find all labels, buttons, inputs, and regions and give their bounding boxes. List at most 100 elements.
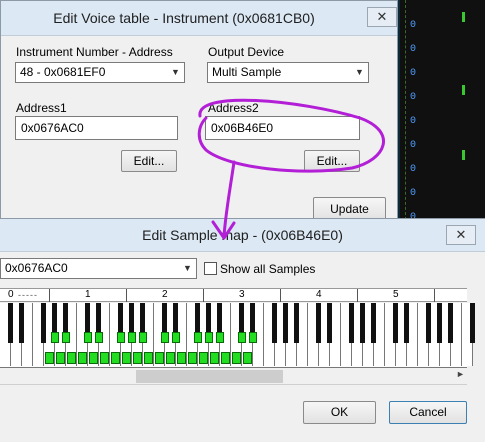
sample-cell[interactable] [210, 352, 219, 364]
background-value: 0 [410, 188, 417, 199]
octave-ruler: 0 ----- 1 2 3 4 5 [0, 288, 467, 302]
output-device-select-value: Multi Sample [212, 65, 282, 79]
background-value: 0 [410, 140, 417, 151]
sample-cell[interactable] [95, 332, 103, 343]
ruler-tick [203, 289, 204, 302]
sample-select[interactable]: 0x0676AC0 ▼ [0, 258, 197, 279]
chevron-down-icon: ▼ [355, 67, 364, 77]
black-key[interactable] [272, 303, 277, 343]
ruler-tick [357, 289, 358, 302]
sample-cell[interactable] [84, 332, 92, 343]
ruler-label: 5 [393, 289, 399, 300]
sample-cell[interactable] [128, 332, 136, 343]
black-key[interactable] [437, 303, 442, 343]
ruler-tick [49, 289, 50, 302]
ruler-label: 1 [85, 289, 91, 300]
sample-cell[interactable] [205, 332, 213, 343]
background-marker [462, 85, 465, 95]
sample-window-titlebar[interactable]: Edit Sample map - (0x06B46E0) ✕ [0, 219, 485, 252]
sample-cell[interactable] [216, 332, 224, 343]
chevron-down-icon: ▼ [171, 67, 180, 77]
chevron-right-icon[interactable]: ► [456, 369, 465, 379]
output-device-select[interactable]: Multi Sample ▼ [207, 62, 369, 83]
background-value: 0 [410, 68, 417, 79]
cancel-button[interactable]: Cancel [389, 401, 467, 424]
black-key[interactable] [283, 303, 288, 343]
black-key[interactable] [426, 303, 431, 343]
ruler-label: 3 [239, 289, 245, 300]
sample-cell[interactable] [172, 332, 180, 343]
instrument-label: Instrument Number - Address [16, 45, 173, 59]
sample-cell[interactable] [45, 352, 54, 364]
address2-field[interactable]: 0x06B46E0 [205, 116, 360, 140]
ok-button[interactable]: OK [303, 401, 376, 424]
chevron-down-icon: ▼ [183, 263, 192, 273]
sample-window-close-button[interactable]: ✕ [446, 225, 476, 245]
address1-edit-button[interactable]: Edit... [121, 150, 177, 172]
sample-cell[interactable] [221, 352, 230, 364]
instrument-select-value: 48 - 0x0681EF0 [20, 65, 106, 79]
show-all-samples-checkbox[interactable] [204, 262, 217, 275]
voice-table-window: Edit Voice table - Instrument (0x0681CB0… [0, 0, 398, 221]
sample-cell[interactable] [166, 352, 175, 364]
instrument-select[interactable]: 48 - 0x0681EF0 ▼ [15, 62, 185, 83]
black-key[interactable] [41, 303, 46, 343]
sample-cell[interactable] [177, 352, 186, 364]
sample-cell[interactable] [89, 352, 98, 364]
background-marker [462, 12, 465, 22]
piano-keyboard[interactable] [0, 303, 475, 368]
black-key[interactable] [8, 303, 13, 343]
background-value: 0 [410, 164, 417, 175]
sample-cell[interactable] [188, 352, 197, 364]
sample-cell[interactable] [243, 352, 252, 364]
sample-cell[interactable] [249, 332, 257, 343]
sample-cell[interactable] [144, 352, 153, 364]
black-key[interactable] [19, 303, 24, 343]
black-key[interactable] [404, 303, 409, 343]
sample-cell[interactable] [161, 332, 169, 343]
address2-label: Address2 [208, 101, 259, 115]
sample-cell[interactable] [67, 352, 76, 364]
address1-label: Address1 [16, 101, 67, 115]
ruler-tick [126, 289, 127, 302]
sample-select-value: 0x0676AC0 [5, 261, 68, 275]
black-key[interactable] [294, 303, 299, 343]
sample-cell[interactable] [155, 352, 164, 364]
black-key[interactable] [470, 303, 475, 343]
black-key[interactable] [393, 303, 398, 343]
voice-window-close-button[interactable]: ✕ [367, 7, 397, 27]
address1-field[interactable]: 0x0676AC0 [15, 116, 178, 140]
sample-cell[interactable] [139, 332, 147, 343]
sample-cell[interactable] [122, 352, 131, 364]
sample-cell[interactable] [62, 332, 70, 343]
black-key[interactable] [327, 303, 332, 343]
ruler-dashes: ----- [18, 290, 38, 300]
ruler-label: 0 [8, 289, 14, 300]
sample-cell[interactable] [232, 352, 241, 364]
background-grid-line [405, 0, 407, 220]
address2-edit-button[interactable]: Edit... [304, 150, 360, 172]
voice-window-titlebar[interactable]: Edit Voice table - Instrument (0x0681CB0… [1, 1, 397, 36]
sample-cell[interactable] [117, 332, 125, 343]
sample-cell[interactable] [78, 352, 87, 364]
black-key[interactable] [448, 303, 453, 343]
scrollbar-thumb[interactable] [136, 370, 283, 383]
black-key[interactable] [371, 303, 376, 343]
close-icon: ✕ [455, 227, 467, 242]
black-key[interactable] [316, 303, 321, 343]
sample-cell[interactable] [56, 352, 65, 364]
sample-cell[interactable] [199, 352, 208, 364]
sample-cell[interactable] [194, 332, 202, 343]
ruler-tick [280, 289, 281, 302]
keyboard-horizontal-scrollbar[interactable]: ► [0, 368, 467, 385]
sample-cell[interactable] [111, 352, 120, 364]
background-value: 0 [410, 20, 417, 31]
background-value: 0 [410, 44, 417, 55]
black-key[interactable] [360, 303, 365, 343]
ruler-label: 2 [162, 289, 168, 300]
black-key[interactable] [349, 303, 354, 343]
sample-cell[interactable] [51, 332, 59, 343]
sample-cell[interactable] [100, 352, 109, 364]
sample-cell[interactable] [238, 332, 246, 343]
sample-cell[interactable] [133, 352, 142, 364]
